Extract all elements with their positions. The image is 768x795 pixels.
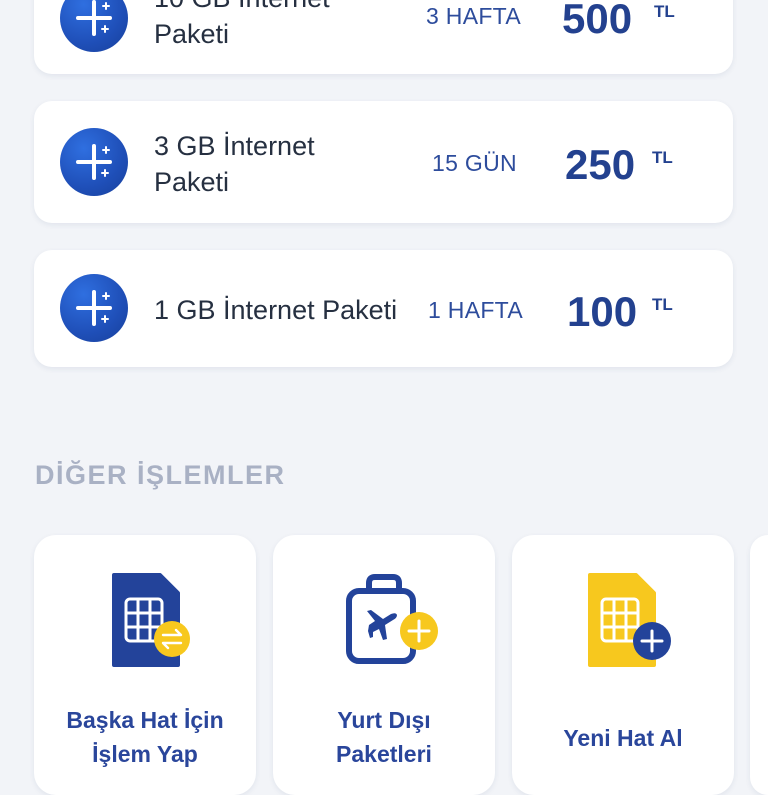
package-currency: TL [652, 148, 673, 167]
travel-luggage-icon [273, 535, 495, 690]
package-card-10gb[interactable]: 10 GB İnternet Paketi 3 HAFTA 500 TL [34, 0, 733, 74]
package-name: 1 GB İnternet Paketi [154, 295, 398, 325]
sparkle-plus-icon [60, 0, 128, 52]
package-price: 500 [562, 0, 633, 42]
sparkle-plus-icon [60, 128, 128, 196]
operation-label: Başka Hat İçin İşlem Yap [66, 707, 224, 767]
new-sim-icon [512, 535, 734, 690]
package-card-3gb[interactable]: 3 GB İnternet Paketi 15 GÜN 250 TL [34, 101, 733, 223]
package-currency: TL [652, 295, 673, 314]
section-title-other-operations: DİĞER İŞLEMLER [35, 460, 286, 490]
package-name: 3 GB İnternet Paketi [154, 131, 315, 197]
package-currency: TL [654, 2, 675, 21]
operation-label: Yurt Dışı Paketleri [336, 707, 432, 767]
new-line-button[interactable]: Yeni Hat Al [512, 535, 734, 795]
other-line-operation-button[interactable]: Başka Hat İçin İşlem Yap [34, 535, 256, 795]
package-name: 10 GB İnternet Paketi [154, 0, 330, 49]
sparkle-plus-icon [60, 274, 128, 342]
package-card-1gb[interactable]: 1 GB İnternet Paketi 1 HAFTA 100 TL [34, 250, 733, 367]
package-duration: 15 GÜN [432, 150, 517, 176]
package-duration: 3 HAFTA [426, 3, 521, 29]
abroad-packages-button[interactable]: Yurt Dışı Paketleri [273, 535, 495, 795]
package-duration: 1 HAFTA [428, 297, 523, 323]
sim-swap-icon [34, 535, 256, 690]
operation-card-partial[interactable] [750, 535, 768, 795]
package-price: 100 [567, 288, 638, 335]
package-price: 250 [565, 141, 636, 188]
operation-label: Yeni Hat Al [563, 725, 683, 751]
